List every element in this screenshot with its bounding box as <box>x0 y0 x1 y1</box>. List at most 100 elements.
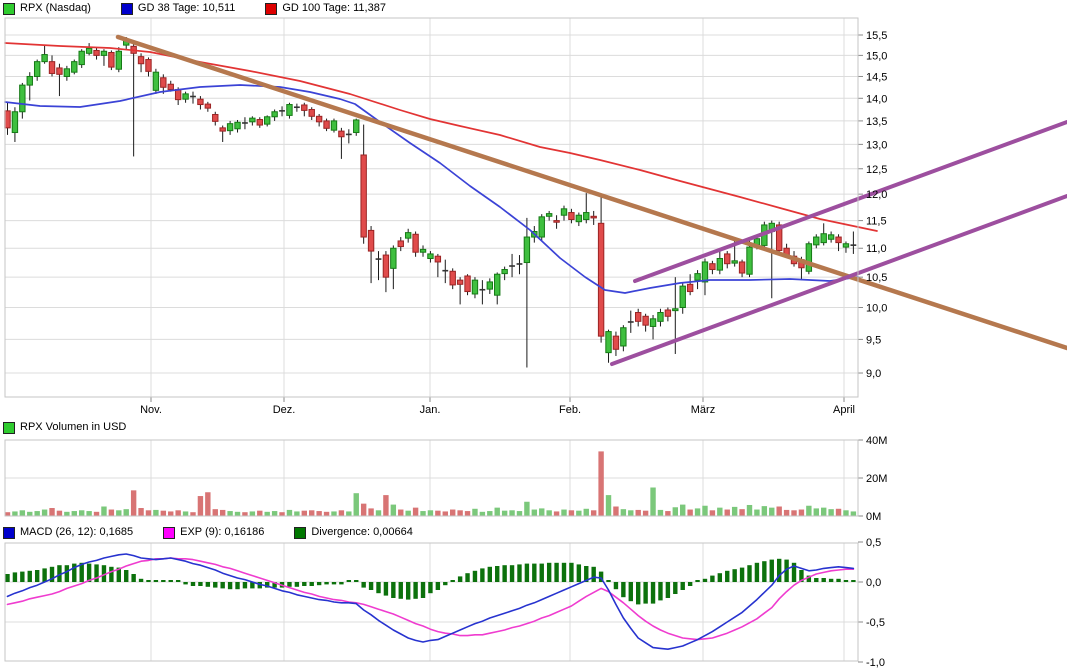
price-panel <box>5 18 858 397</box>
price-tick-label: 12,5 <box>866 164 887 176</box>
volume-bar <box>331 511 336 516</box>
candle-doji <box>279 110 285 112</box>
divergence-bar <box>458 576 462 582</box>
volume-bar <box>539 508 544 516</box>
candle-down <box>324 121 329 128</box>
volume-bar <box>643 511 648 516</box>
macd-tick-label: -0,5 <box>866 617 885 629</box>
divergence-bar <box>428 582 432 593</box>
macd-tick-label: -1,0 <box>866 657 885 669</box>
divergence-bar <box>577 564 581 582</box>
volume-tick-label: 20M <box>866 473 887 485</box>
stock-chart-page: 15,515,014,514,013,513,012,512,011,511,0… <box>0 0 1067 670</box>
divergence-bar <box>836 579 840 582</box>
legend-label: GD 38 Tage: 10,511 <box>138 2 235 15</box>
volume-bar <box>242 512 247 516</box>
divergence-bar <box>161 580 165 582</box>
volume-bar <box>650 488 655 517</box>
candle-down <box>450 271 455 285</box>
divergence-bar <box>658 582 662 600</box>
divergence-bar <box>213 582 217 588</box>
volume-bar <box>420 511 425 516</box>
divergence-bar <box>28 571 32 582</box>
volume-bar <box>109 510 114 516</box>
divergence-bar <box>243 582 247 588</box>
legend-label: RPX Volumen in USD <box>20 421 126 434</box>
volume-bar <box>324 512 329 516</box>
price-tick-label: 14,0 <box>866 93 887 105</box>
volume-bar <box>346 511 351 516</box>
candle-up <box>20 85 25 112</box>
divergence-bar <box>770 560 774 582</box>
divergence-bar <box>94 564 98 582</box>
divergence-bar <box>473 571 477 582</box>
volume-bar <box>828 509 833 516</box>
candle-up <box>265 117 270 124</box>
volume-bar <box>257 511 262 516</box>
price-tick-label: 12,0 <box>866 189 887 201</box>
divergence-bar <box>339 582 343 584</box>
divergence-bar <box>740 568 744 582</box>
divergence-bar <box>495 566 499 582</box>
volume-bar <box>524 502 529 516</box>
trendline-channel-upper <box>635 122 1067 281</box>
candle-up <box>487 282 492 289</box>
volume-bar <box>598 451 603 516</box>
divergence-bar <box>228 582 232 589</box>
candle-down <box>710 264 715 270</box>
candle-up <box>405 233 410 239</box>
candle-up <box>101 51 106 55</box>
divergence-bar <box>517 564 521 582</box>
candle-up <box>680 286 685 307</box>
candle-up <box>331 121 336 130</box>
volume-bar <box>294 511 299 516</box>
volume-bar <box>376 510 381 516</box>
macd-tick-label: 0,0 <box>866 577 881 589</box>
volume-bar <box>591 510 596 516</box>
price-tick-label: 15,0 <box>866 50 887 62</box>
candle-down <box>569 213 574 220</box>
divergence-bar <box>844 580 848 582</box>
divergence-bar <box>198 582 202 586</box>
divergence-bar <box>465 573 469 582</box>
candle-up <box>495 274 500 295</box>
candle-down <box>368 230 373 251</box>
volume-bar <box>613 507 618 517</box>
candle-down <box>636 313 641 322</box>
volume-bar <box>124 509 129 516</box>
candle-down <box>687 284 692 291</box>
candle-up <box>561 209 566 215</box>
divergence-bar <box>413 582 417 599</box>
volume-bar <box>725 510 730 516</box>
trendline-downtrend-line <box>118 37 1067 348</box>
month-label: Dez. <box>273 404 296 416</box>
candle-doji <box>376 258 382 260</box>
volume-bar <box>480 512 485 516</box>
candle-up <box>524 237 529 262</box>
volume-bar <box>146 510 151 516</box>
candle-up <box>354 120 359 133</box>
divergence-bar <box>695 580 699 582</box>
volume-bar <box>554 511 559 516</box>
divergence-bar <box>614 582 618 589</box>
candle-down <box>465 276 470 292</box>
candle-up <box>650 319 655 327</box>
divergence-bar <box>235 582 239 589</box>
volume-bar <box>5 512 10 516</box>
candle-down <box>316 116 321 122</box>
candle-up <box>502 270 507 274</box>
candle-up <box>539 217 544 237</box>
candle-down <box>257 120 262 126</box>
legend-label: EXP (9): 0,16186 <box>180 526 264 539</box>
divergence-bar <box>814 578 818 582</box>
volume-bar <box>687 510 692 516</box>
divergence-bar <box>302 582 306 586</box>
candle-up <box>42 55 47 62</box>
divergence-bar <box>710 576 714 582</box>
month-label: Nov. <box>140 404 162 416</box>
legend-item-exp: EXP (9): 0,16186 <box>163 526 264 539</box>
divergence-bar <box>488 567 492 582</box>
divergence-bar <box>851 580 855 582</box>
volume-bar <box>673 507 678 516</box>
candle-up <box>250 118 255 122</box>
